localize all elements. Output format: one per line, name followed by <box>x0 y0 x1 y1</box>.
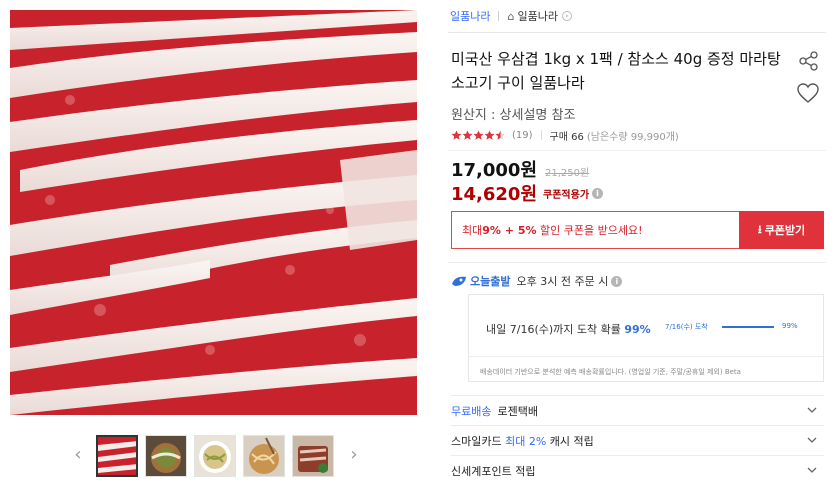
heart-icon[interactable] <box>796 82 820 104</box>
arrival-probability-bar <box>722 326 774 328</box>
product-info-panel: 일품나라 ⌂ 일품나라 › 미국산 우삼겹 1kg x 1팩 / 참소스 40g… <box>448 0 826 490</box>
shinsegae-point-option-row[interactable]: 신세계포인트 적립 <box>451 455 824 485</box>
coupon-price: 14,620원 <box>451 184 538 205</box>
coupon-banner[interactable]: 최대 9% + 5% 할인 쿠폰을 받으세요! <box>451 211 739 249</box>
remaining-stock: (남은수량 99,990개) <box>586 131 679 143</box>
smile-card-option-row[interactable]: 스마일카드 최대 2% 캐시 적립 <box>451 425 824 455</box>
smile-card-highlight: 최대 2% <box>505 434 547 448</box>
product-title: 미국산 우삼겹 1kg x 1팩 / 참소스 40g 증정 마라탕 소고기 구이… <box>451 50 781 92</box>
info-icon[interactable]: i <box>611 275 623 287</box>
origin-info: 원산지 : 상세설명 참조 <box>451 108 576 123</box>
shipping-label: 무료배송 <box>451 404 492 418</box>
divider <box>540 130 542 140</box>
get-coupon-button[interactable]: ⭳ 쿠폰받기 <box>739 211 824 249</box>
smile-card-value: 캐시 적립 <box>546 434 594 448</box>
divider <box>448 150 826 151</box>
brand-link[interactable]: 일품나라 <box>450 8 490 24</box>
original-price: 21,250원 <box>545 168 590 179</box>
delivery-row: 오늘출발 오후 3시 전 주문 시 i <box>451 273 623 289</box>
star-icon <box>484 130 495 140</box>
coupon-price-row: 14,620원 쿠폰적용가 i <box>451 180 604 206</box>
star-icon <box>473 130 484 140</box>
shipping-option-row[interactable]: 무료배송 로젠택배 <box>451 395 824 425</box>
divider <box>498 11 500 21</box>
arrival-bar-percent: 99% <box>782 322 798 330</box>
arrival-summary: 내일 7/16(수)까지 도착 확률 99% 7/16(수) 도착 99% <box>469 295 823 357</box>
shinsegae-point-label: 신세계포인트 적립 <box>451 464 536 478</box>
house-icon: ⌂ <box>507 9 515 23</box>
coupon-banner-suffix: 할인 쿠폰을 받으세요! <box>536 224 643 237</box>
smile-card-label: 스마일카드 <box>451 434 506 448</box>
coupon-banner-prefix: 최대 <box>462 224 483 237</box>
thumbnail-3[interactable] <box>194 435 236 477</box>
shipping-carrier: 로젠택배 <box>497 404 538 418</box>
coupon-rate-1: 9% <box>482 223 501 237</box>
seller-bar: 일품나라 ⌂ 일품나라 › <box>450 8 572 24</box>
coupon-rate-2: 5% <box>517 223 537 237</box>
star-rating[interactable] <box>451 130 506 141</box>
store-link[interactable]: ⌂ 일품나라 › <box>507 8 572 24</box>
coupon-plus: + <box>500 223 518 237</box>
share-icon[interactable] <box>798 50 820 72</box>
divider <box>448 32 826 33</box>
thumbnail-2[interactable] <box>145 435 187 477</box>
today-shipping-label: 오늘출발 <box>470 275 511 288</box>
order-cutoff: 오후 3시 전 주문 시 <box>516 275 609 288</box>
rating-row: (19) 구매 66 (남은수량 99,990개) <box>451 128 679 143</box>
arrival-date-label: 7/16(수) 도착 <box>665 323 708 331</box>
star-icon <box>462 130 473 140</box>
arrival-title: 내일 7/16(수)까지 도착 확률 99% <box>486 321 651 337</box>
chevron-right-icon[interactable]: › <box>346 445 362 465</box>
chevron-right-icon: › <box>561 11 572 21</box>
review-count[interactable]: (19) <box>512 130 533 141</box>
arrival-percent: 99% <box>624 323 651 336</box>
chevron-down-icon <box>807 407 817 413</box>
chevron-down-icon <box>807 437 817 443</box>
main-product-image[interactable] <box>10 10 417 415</box>
star-icon <box>451 130 462 140</box>
download-icon: ⭳ <box>757 222 762 236</box>
star-icon-half <box>495 130 506 140</box>
chevron-left-icon[interactable]: ‹ <box>70 445 86 465</box>
chevron-down-icon <box>807 467 817 473</box>
purchase-count: 구매 66 <box>549 131 584 143</box>
arrival-probability-box: 내일 7/16(수)까지 도착 확률 99% 7/16(수) 도착 99% 배송… <box>468 294 824 382</box>
sale-price: 17,000원 <box>451 160 538 181</box>
thumbnail-4[interactable] <box>243 435 285 477</box>
store-name: 일품나라 <box>517 10 558 23</box>
thumbnail-5[interactable] <box>292 435 334 477</box>
rocket-icon <box>452 276 466 286</box>
arrival-note: 배송데이터 기반으로 분석한 예측 배송확률입니다. (영업일 기준, 주말/공… <box>480 368 741 376</box>
today-shipping-badge: 오늘출발 <box>451 273 510 289</box>
divider <box>448 262 826 263</box>
thumbnail-strip: ‹ › <box>70 433 370 479</box>
coupon-price-label: 쿠폰적용가 <box>543 189 590 201</box>
price-row: 17,000원 21,250원 <box>451 156 589 182</box>
get-coupon-label: 쿠폰받기 <box>764 224 806 237</box>
thumbnail-1[interactable] <box>96 435 138 477</box>
info-icon[interactable]: i <box>592 187 604 199</box>
arrival-text: 내일 7/16(수)까지 도착 확률 <box>486 323 625 336</box>
